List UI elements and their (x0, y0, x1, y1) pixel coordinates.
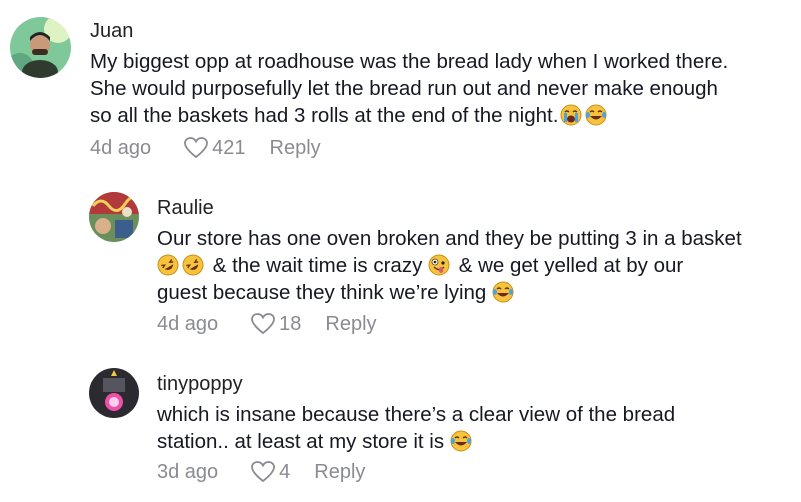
face-with-tears-of-joy-icon (492, 281, 514, 303)
comment-text-segment: & the wait time is crazy (212, 254, 423, 277)
like-count: 18 (279, 312, 302, 335)
comment-text: My biggest opp at roadhouse was the brea… (90, 48, 728, 129)
avatar-juan-image (10, 17, 71, 78)
comment-username[interactable]: Juan (90, 20, 133, 43)
loudly-crying-face-icon (560, 104, 582, 126)
heart-outline-icon (251, 461, 276, 483)
comment-text-line: Our store has one oven broken and they b… (157, 227, 742, 250)
zany-face-icon (428, 254, 450, 276)
comment-text-line: which is insane because there’s a clear … (157, 403, 676, 426)
like-button[interactable]: 4 (250, 460, 290, 484)
reply-button[interactable]: Reply (325, 313, 376, 336)
comment-text-line: guest because they think we’re lying (157, 279, 742, 306)
comment-text-segment: guest because they think we’re lying (157, 281, 487, 304)
heart-outline-icon (184, 137, 209, 159)
avatar[interactable] (10, 17, 71, 78)
like-count: 4 (279, 460, 291, 483)
comment-text-line: station.. at least at my store it is (157, 428, 675, 455)
like-count: 421 (212, 136, 246, 159)
face-with-tears-of-joy-icon (585, 104, 607, 126)
comment-username[interactable]: Raulie (157, 197, 214, 220)
avatar-raulie-image (89, 192, 139, 242)
avatar[interactable] (89, 368, 139, 418)
comment-text-line: & the wait time is crazy & we get yelled… (157, 252, 742, 279)
reply-button[interactable]: Reply (314, 461, 365, 484)
comment-time: 4d ago (90, 136, 152, 159)
comment-text: which is insane because there’s a clear … (157, 401, 675, 455)
comment-text-line: My biggest opp at roadhouse was the brea… (90, 50, 729, 73)
avatar[interactable] (89, 192, 139, 242)
comment-username[interactable]: tinypoppy (157, 373, 243, 396)
face-with-tears-of-joy-icon (450, 430, 472, 452)
comment-text: Our store has one oven broken and they b… (157, 225, 742, 306)
comment-meta: 4d ago 421 Reply (90, 136, 321, 160)
comment-time: 4d ago (157, 312, 219, 335)
comment-text-line: She would purposefully let the bread run… (90, 77, 718, 100)
heart-outline-icon (251, 313, 276, 335)
comment-time: 3d ago (157, 460, 219, 483)
avatar-tinypoppy-image (89, 368, 139, 418)
like-button[interactable]: 18 (250, 312, 301, 336)
like-button[interactable]: 421 (183, 136, 246, 160)
comment-text-segment: & we get yelled at by our (458, 254, 684, 277)
comment-text-segment: so all the baskets had 3 rolls at the en… (90, 104, 559, 127)
comment-meta: 4d ago 18 Reply (157, 312, 377, 336)
comment-text-segment: station.. at least at my store it is (157, 430, 445, 453)
reply-button[interactable]: Reply (270, 137, 321, 160)
comment-meta: 3d ago 4 Reply (157, 460, 365, 484)
rolling-on-floor-laughing-icon (182, 254, 204, 276)
rolling-on-floor-laughing-icon (157, 254, 179, 276)
comment-text-line: so all the baskets had 3 rolls at the en… (90, 102, 728, 129)
